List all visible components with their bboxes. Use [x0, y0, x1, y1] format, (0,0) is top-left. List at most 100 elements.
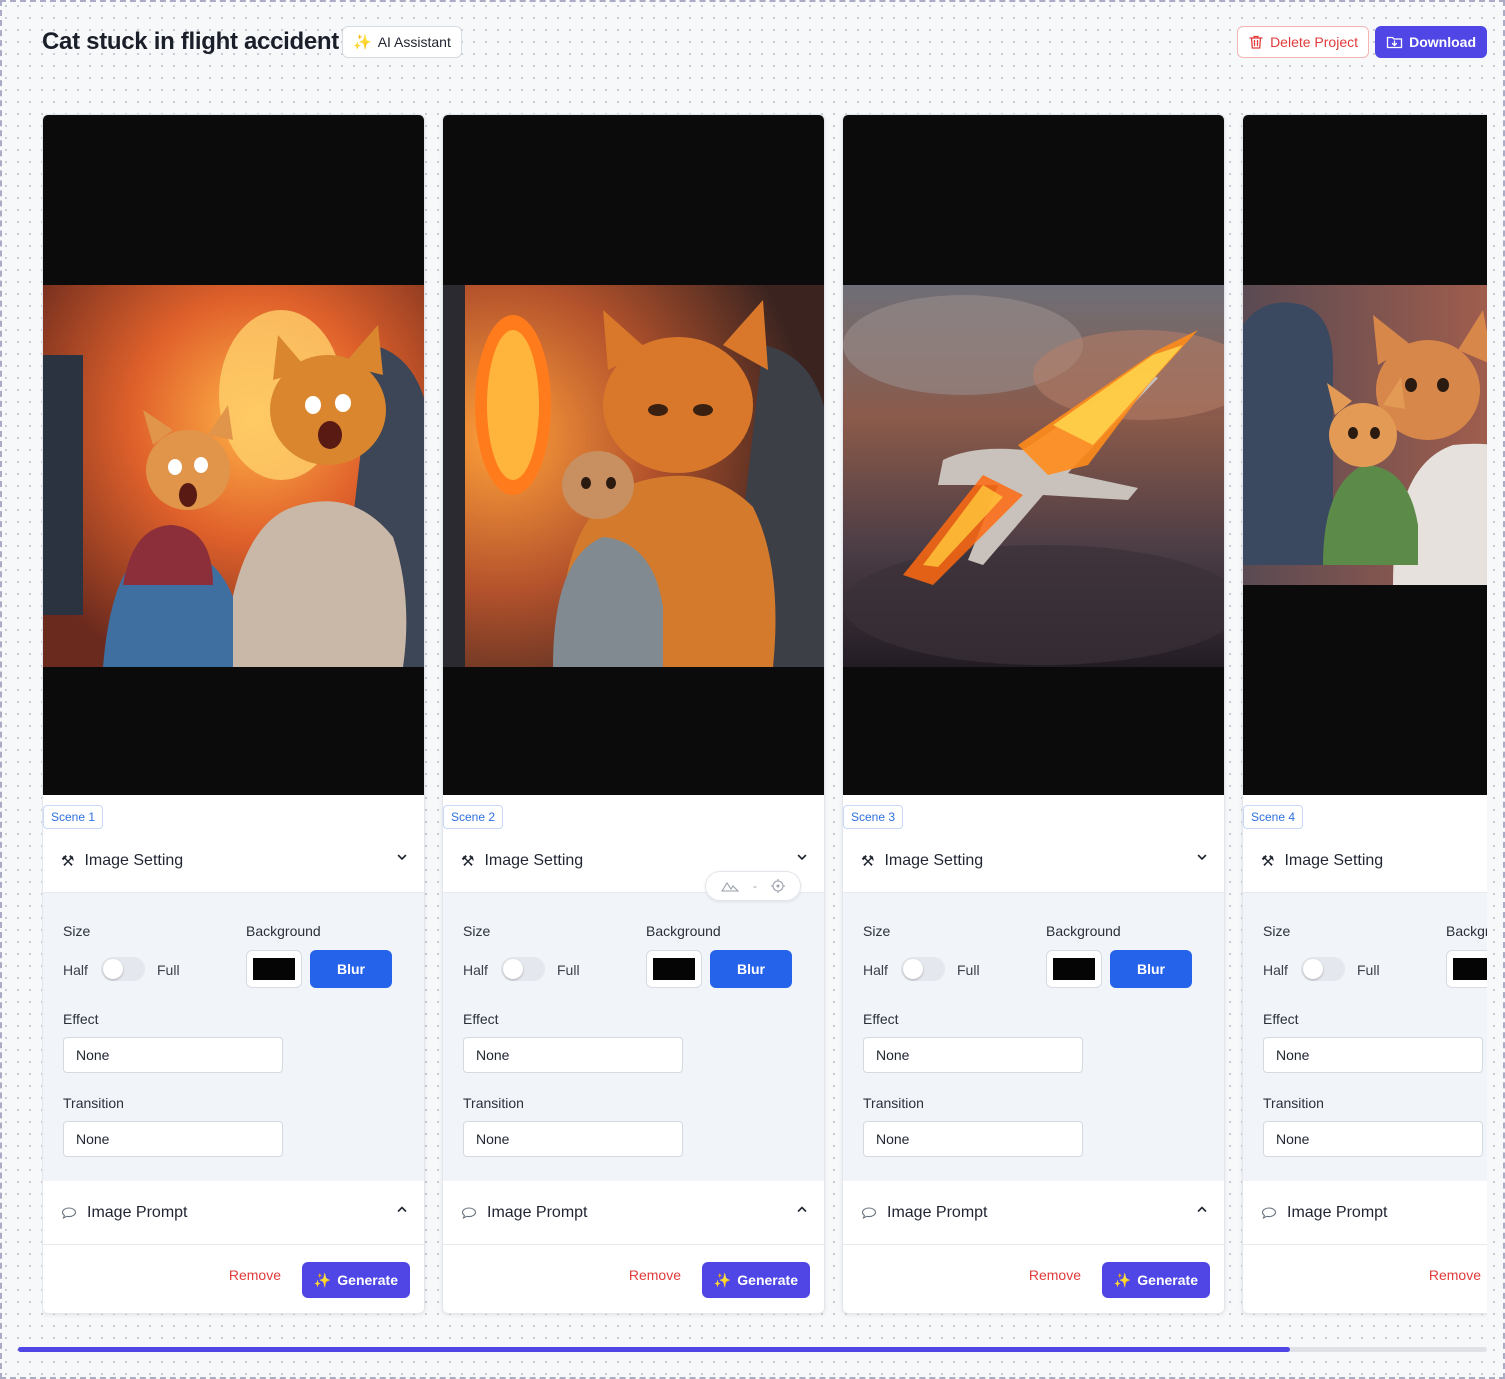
sparkle-icon: ✨ — [1113, 1271, 1132, 1288]
zoom-minus-icon[interactable]: - — [753, 879, 757, 893]
sparkle-icon: ✨ — [713, 1271, 732, 1288]
chevron-down-icon — [397, 854, 407, 861]
toggle-knob — [1303, 959, 1323, 979]
chevron-down-icon — [797, 854, 807, 861]
scenes-scroller[interactable]: Scene 1 ⚒ Image Setting Size Half Full B… — [42, 114, 1487, 1324]
transition-select[interactable]: None — [1263, 1121, 1483, 1157]
effect-select[interactable]: None — [463, 1037, 683, 1073]
transition-select[interactable]: None — [863, 1121, 1083, 1157]
generate-button[interactable]: ✨ Generate — [1101, 1262, 1210, 1298]
image-mini-toolbar[interactable]: - — [705, 871, 801, 901]
sparkle-icon: ✨ — [353, 34, 372, 51]
image-prompt-label: Image Prompt — [87, 1203, 188, 1221]
background-color-picker[interactable] — [1446, 950, 1487, 988]
scene-card-4: Scene 4 ⚒ Image Setting Size Half Full B… — [1242, 114, 1487, 1314]
generate-label: Generate — [1137, 1272, 1198, 1288]
color-swatch — [253, 958, 295, 980]
remove-button[interactable]: Remove — [229, 1267, 281, 1283]
speech-bubble-icon — [61, 1206, 77, 1219]
color-swatch — [1053, 958, 1095, 980]
ai-assistant-label: AI Assistant — [377, 34, 451, 50]
blur-button[interactable]: Blur — [1110, 950, 1192, 988]
card-footer: Remove ✨ Generate — [1243, 1245, 1487, 1313]
chevron-up-icon — [397, 1206, 407, 1212]
background-label: Background — [246, 923, 321, 939]
sparkle-icon: ✨ — [313, 1271, 332, 1288]
transition-label: Transition — [463, 1095, 524, 1111]
effect-select[interactable]: None — [1263, 1037, 1483, 1073]
download-folder-icon — [1386, 36, 1403, 49]
full-label: Full — [957, 962, 980, 978]
image-setting-label: Image Setting — [1284, 851, 1384, 869]
background-label: Background — [1446, 923, 1487, 939]
effect-select[interactable]: None — [63, 1037, 283, 1073]
mountain-icon[interactable] — [721, 880, 739, 892]
image-prompt-header[interactable]: Image Prompt — [43, 1181, 424, 1245]
tools-icon: ⚒ — [461, 852, 475, 870]
remove-button[interactable]: Remove — [1029, 1267, 1081, 1283]
size-label: Size — [463, 923, 491, 939]
scene-tag: Scene 4 — [1243, 805, 1304, 829]
size-label: Size — [1263, 923, 1291, 939]
half-label: Half — [463, 962, 488, 978]
card-footer: Remove ✨ Generate — [443, 1245, 824, 1313]
tools-icon: ⚒ — [1261, 852, 1275, 870]
image-prompt-header[interactable]: Image Prompt — [443, 1181, 824, 1245]
remove-button[interactable]: Remove — [629, 1267, 681, 1283]
transition-select[interactable]: None — [463, 1121, 683, 1157]
remove-button[interactable]: Remove — [1429, 1267, 1481, 1283]
download-button[interactable]: Download — [1375, 26, 1487, 58]
transition-label: Transition — [63, 1095, 124, 1111]
card-footer: Remove ✨ Generate — [43, 1245, 424, 1313]
image-setting-header[interactable]: ⚒ Image Setting — [1243, 829, 1487, 893]
background-color-picker[interactable] — [1046, 950, 1102, 988]
scene-card-1: Scene 1 ⚒ Image Setting Size Half Full B… — [42, 114, 425, 1314]
generate-label: Generate — [737, 1272, 798, 1288]
delete-project-button[interactable]: Delete Project — [1237, 26, 1369, 58]
image-prompt-header[interactable]: Image Prompt — [843, 1181, 1224, 1245]
horizontal-scrollbar[interactable] — [18, 1347, 1487, 1352]
trash-icon — [1249, 35, 1263, 49]
image-setting-header[interactable]: ⚒ Image Setting — [843, 829, 1224, 893]
color-swatch — [653, 958, 695, 980]
full-label: Full — [157, 962, 180, 978]
tools-icon: ⚒ — [861, 852, 875, 870]
tools-icon: ⚒ — [61, 852, 75, 870]
delete-project-label: Delete Project — [1270, 34, 1358, 50]
toggle-knob — [503, 959, 523, 979]
image-prompt-label: Image Prompt — [487, 1203, 588, 1221]
generate-label: Generate — [337, 1272, 398, 1288]
scene-preview[interactable] — [443, 115, 824, 795]
size-toggle[interactable] — [101, 957, 145, 981]
download-label: Download — [1409, 34, 1476, 50]
transition-label: Transition — [863, 1095, 924, 1111]
image-setting-label: Image Setting — [84, 851, 184, 869]
ai-assistant-button[interactable]: ✨ AI Assistant — [342, 26, 462, 58]
speech-bubble-icon — [461, 1206, 477, 1219]
size-toggle[interactable] — [901, 957, 945, 981]
size-toggle[interactable] — [1301, 957, 1345, 981]
background-color-picker[interactable] — [246, 950, 302, 988]
scrollbar-thumb[interactable] — [18, 1347, 1291, 1352]
chevron-up-icon — [797, 1206, 807, 1212]
generate-button[interactable]: ✨ Generate — [701, 1262, 810, 1298]
generate-button[interactable]: ✨ Generate — [301, 1262, 410, 1298]
image-setting-label: Image Setting — [484, 851, 584, 869]
effect-label: Effect — [63, 1011, 99, 1027]
blur-button[interactable]: Blur — [310, 950, 392, 988]
image-setting-header[interactable]: ⚒ Image Setting — [43, 829, 424, 893]
scene-image — [1243, 285, 1487, 585]
image-prompt-header[interactable]: Image Prompt — [1243, 1181, 1487, 1245]
scene-preview[interactable] — [843, 115, 1224, 795]
image-settings-panel: Size Half Full Background Blur Effect No… — [843, 893, 1224, 1181]
blur-button[interactable]: Blur — [710, 950, 792, 988]
scene-preview[interactable] — [43, 115, 424, 795]
size-toggle[interactable] — [501, 957, 545, 981]
background-color-picker[interactable] — [646, 950, 702, 988]
background-label: Background — [1046, 923, 1121, 939]
transition-select[interactable]: None — [63, 1121, 283, 1157]
effect-select[interactable]: None — [863, 1037, 1083, 1073]
scene-preview[interactable] — [1243, 115, 1487, 795]
crosshair-icon[interactable] — [771, 879, 785, 893]
scene-image — [43, 285, 424, 667]
